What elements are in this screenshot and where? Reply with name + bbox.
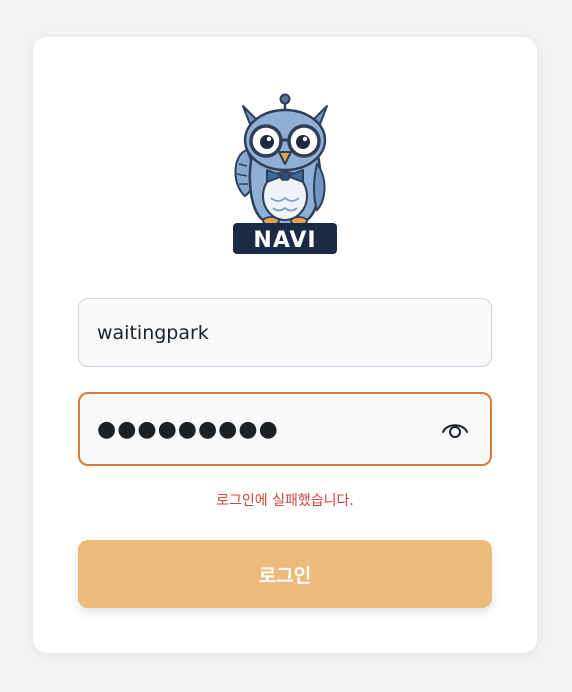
password-input[interactable]	[80, 394, 490, 464]
login-card: NAVI 로그인에 실패했습니다. 로그인	[33, 37, 537, 653]
owl-mascot-icon	[234, 93, 328, 226]
username-field[interactable]	[78, 298, 492, 367]
login-button[interactable]: 로그인	[78, 540, 492, 608]
eye-icon[interactable]	[440, 417, 470, 441]
navi-logo: NAVI	[233, 93, 337, 254]
username-input[interactable]	[79, 299, 491, 366]
logo-text: NAVI	[253, 228, 316, 253]
password-field[interactable]	[78, 392, 492, 466]
error-message: 로그인에 실패했습니다.	[216, 493, 354, 509]
